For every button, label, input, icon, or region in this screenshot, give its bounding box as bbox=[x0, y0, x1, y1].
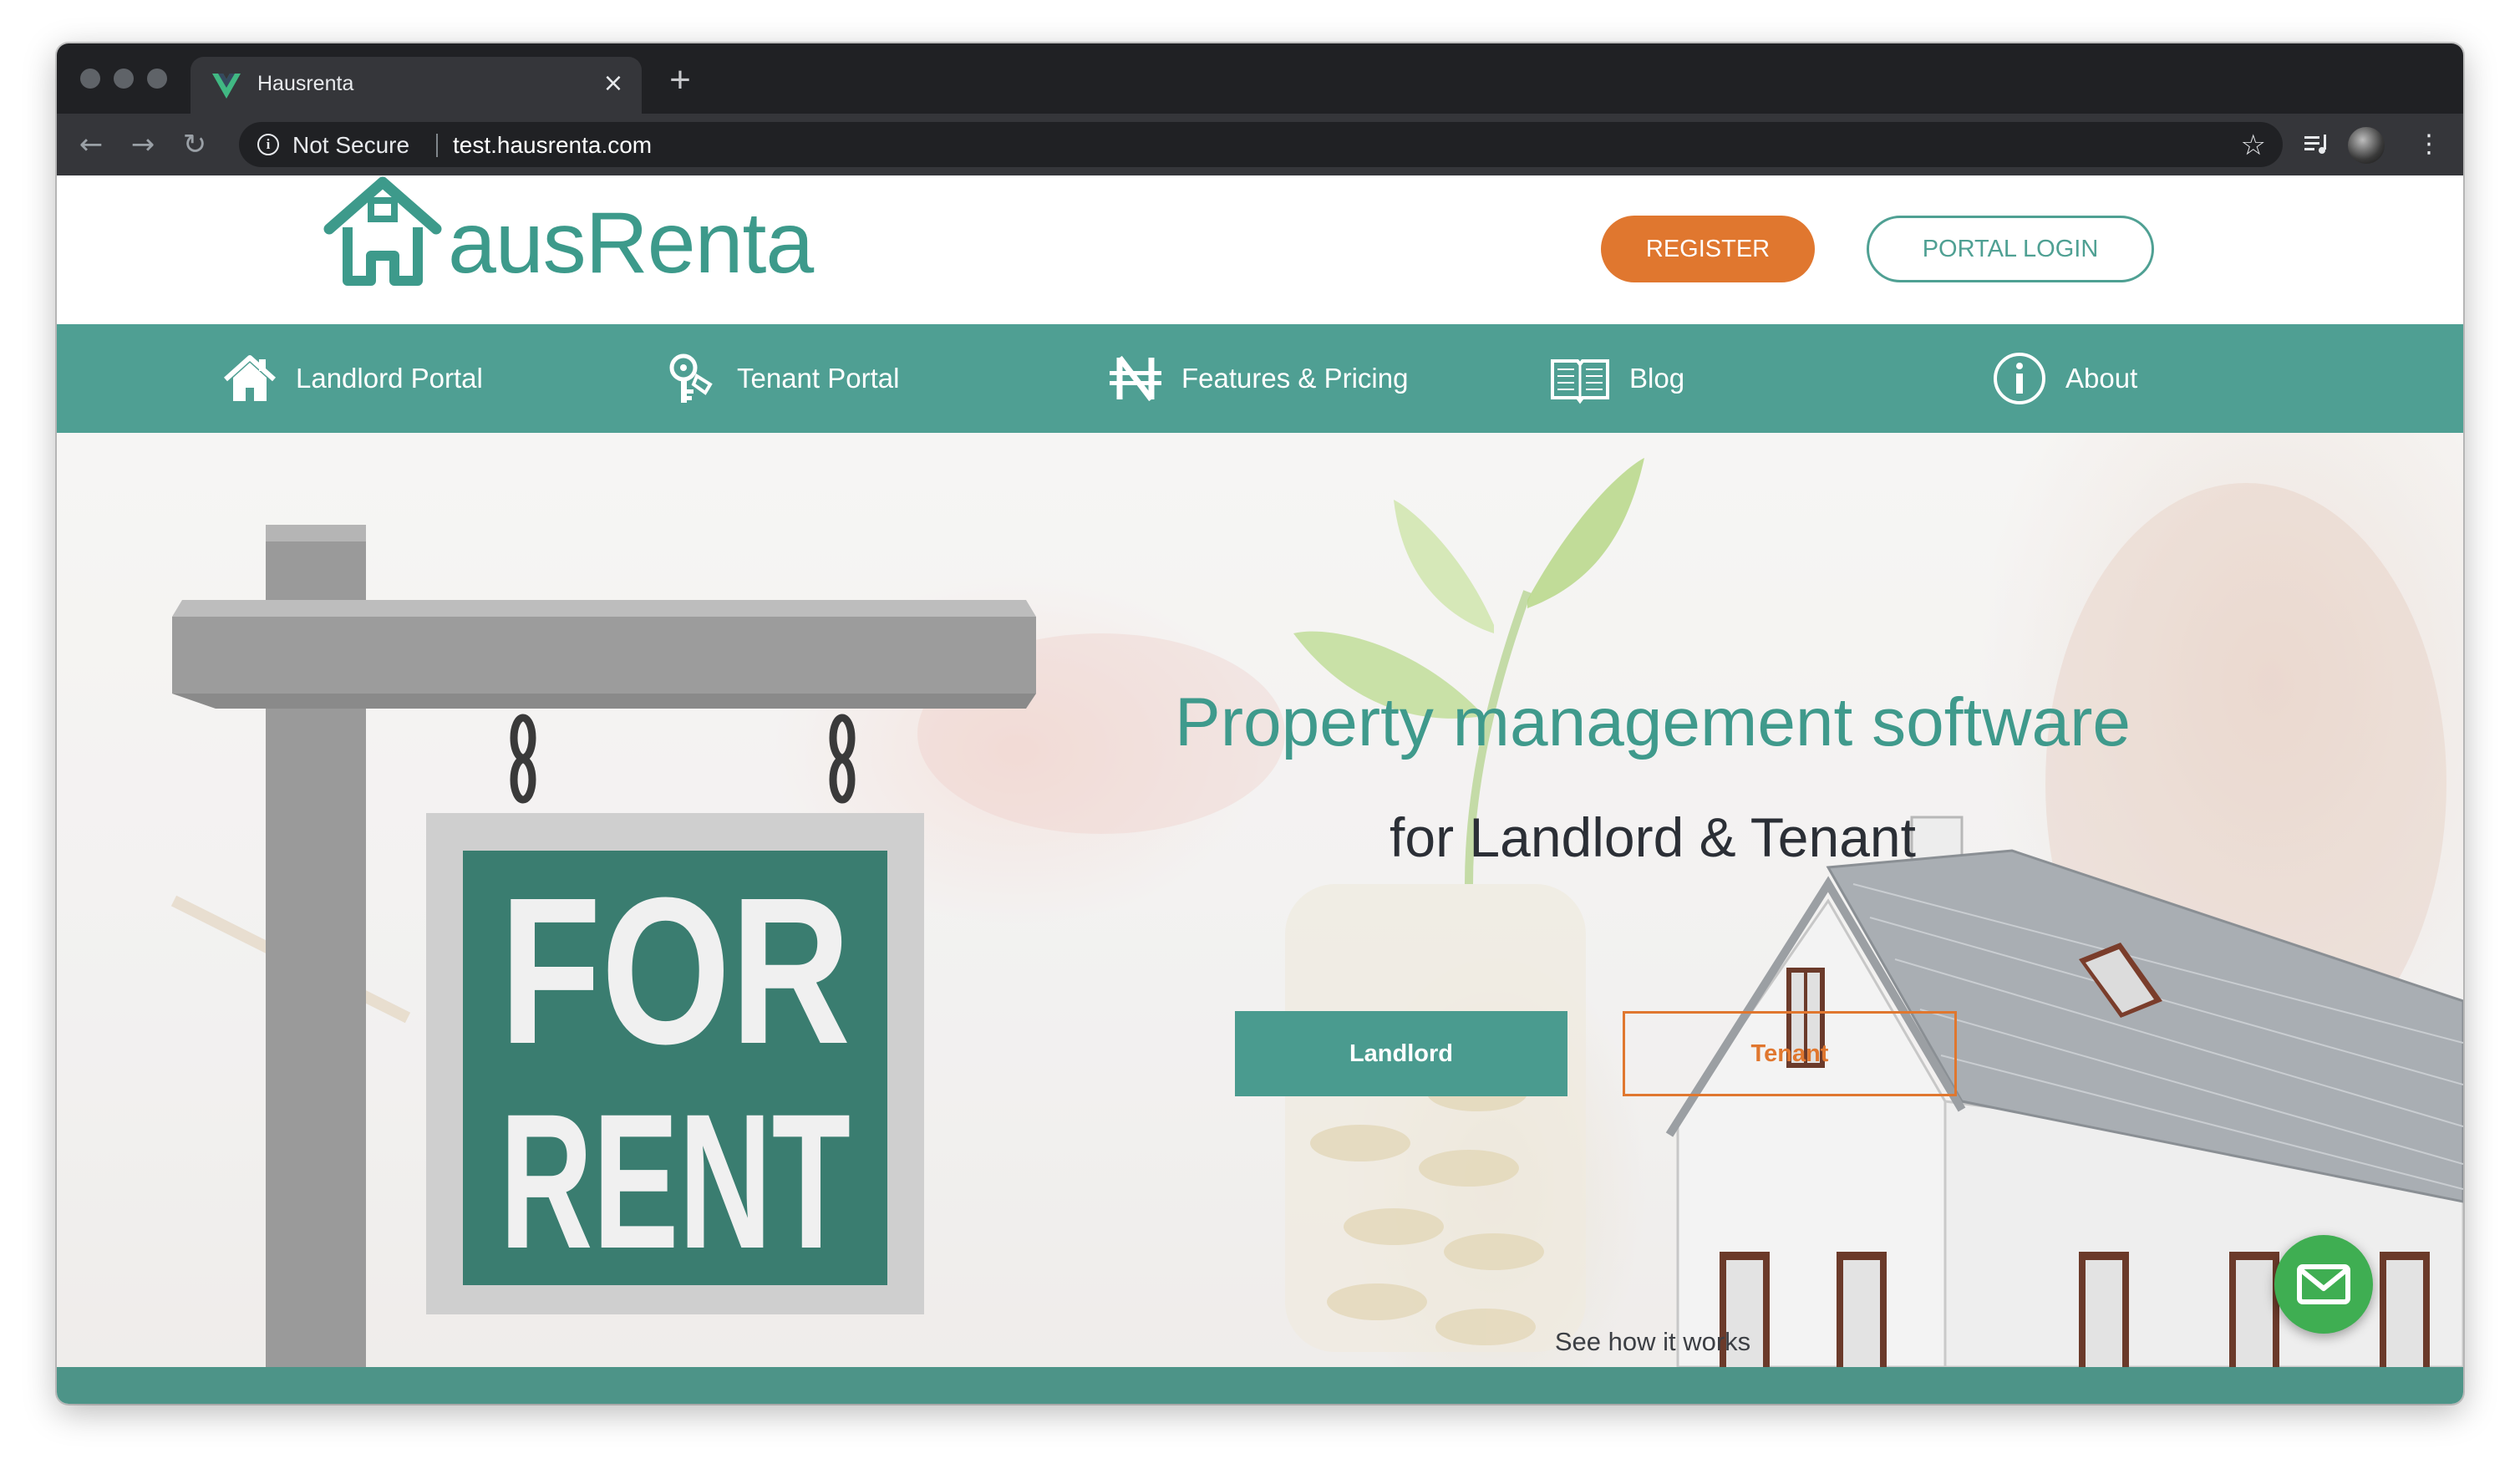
nav-label: Blog bbox=[1629, 363, 1685, 394]
url-text[interactable]: test.hausrenta.com bbox=[453, 132, 652, 159]
for-rent-sign-image: FOR RENT bbox=[172, 525, 1036, 1367]
hero-subheadline: for Landlord & Tenant bbox=[1390, 806, 1916, 868]
landlord-button[interactable]: Landlord bbox=[1235, 1011, 1567, 1096]
tab-close-icon[interactable]: × bbox=[597, 67, 630, 100]
house-icon bbox=[223, 355, 277, 401]
info-icon bbox=[1994, 353, 2045, 404]
tenant-button[interactable]: Tenant bbox=[1623, 1011, 1957, 1096]
reload-icon[interactable]: ↻ bbox=[175, 125, 214, 164]
hausrenta-logo[interactable]: ausRenta bbox=[323, 175, 841, 292]
nav-label: Features & Pricing bbox=[1181, 363, 1409, 394]
logo-text: ausRenta bbox=[448, 195, 814, 292]
tab-title: Hausrenta bbox=[257, 72, 354, 95]
sign-line-for: FOR bbox=[500, 854, 851, 1087]
forward-arrow-icon[interactable]: → bbox=[124, 125, 162, 164]
window-zoom-dot[interactable] bbox=[147, 69, 167, 89]
nav-item-features-pricing[interactable]: Features & Pricing bbox=[1108, 324, 1408, 433]
naira-icon bbox=[1110, 355, 1161, 402]
profile-avatar[interactable] bbox=[2348, 127, 2385, 164]
bookmark-star-icon[interactable]: ☆ bbox=[2241, 129, 2266, 162]
back-arrow-icon[interactable]: ← bbox=[72, 125, 110, 164]
browser-toolbar: ← → ↻ i Not Secure test.hausrenta.com ☆ … bbox=[57, 114, 2463, 175]
browser-window: Hausrenta × + ← → ↻ i Not Secure test.ha… bbox=[57, 43, 2463, 1404]
nav-item-about[interactable]: About bbox=[1992, 324, 2137, 433]
vue-favicon-icon bbox=[212, 74, 241, 99]
register-button[interactable]: REGISTER bbox=[1601, 216, 1815, 282]
portal-login-button[interactable]: PORTAL LOGIN bbox=[1867, 216, 2154, 282]
new-tab-button[interactable]: + bbox=[660, 60, 700, 100]
web-page: ausRenta REGISTER PORTAL LOGIN Landlord … bbox=[57, 175, 2463, 1404]
nav-item-blog[interactable]: Blog bbox=[1549, 324, 1684, 433]
hero-bottom-strip bbox=[57, 1367, 2463, 1404]
more-menu-icon[interactable]: ⋮ bbox=[2408, 124, 2450, 165]
see-how-it-works-link[interactable]: See how it works bbox=[1444, 1327, 1862, 1357]
window-close-dot[interactable] bbox=[80, 69, 100, 89]
nav-label: About bbox=[2065, 363, 2138, 394]
site-header: ausRenta REGISTER PORTAL LOGIN bbox=[57, 175, 2463, 324]
nav-label: Tenant Portal bbox=[737, 363, 900, 394]
tab-strip: Hausrenta × + bbox=[57, 43, 2463, 114]
nav-item-landlord-portal[interactable]: Landlord Portal bbox=[222, 324, 483, 433]
security-status[interactable]: Not Secure bbox=[292, 132, 409, 159]
media-queue-icon[interactable] bbox=[2296, 124, 2338, 165]
logo-house-icon bbox=[323, 176, 442, 286]
window-minimize-dot[interactable] bbox=[114, 69, 134, 89]
address-bar[interactable]: i Not Secure test.hausrenta.com ☆ bbox=[239, 122, 2283, 167]
book-icon bbox=[1551, 359, 1609, 404]
nav-item-tenant-portal[interactable]: Tenant Portal bbox=[663, 324, 899, 433]
main-nav: Landlord Portal Tenant Portal Features &… bbox=[57, 324, 2463, 433]
hero-section: FOR RENT Property management software fo… bbox=[57, 433, 2463, 1367]
keys-icon bbox=[669, 353, 713, 403]
address-separator bbox=[436, 134, 438, 157]
envelope-icon bbox=[2297, 1264, 2350, 1304]
sign-line-rent: RENT bbox=[500, 1074, 851, 1288]
site-info-icon[interactable]: i bbox=[257, 134, 279, 155]
chat-button[interactable] bbox=[2274, 1235, 2373, 1334]
nav-label: Landlord Portal bbox=[296, 363, 483, 394]
hero-background-image: FOR RENT bbox=[57, 433, 2463, 1367]
hero-headline: Property management software bbox=[1175, 684, 2131, 760]
browser-tab[interactable]: Hausrenta × bbox=[191, 57, 642, 114]
